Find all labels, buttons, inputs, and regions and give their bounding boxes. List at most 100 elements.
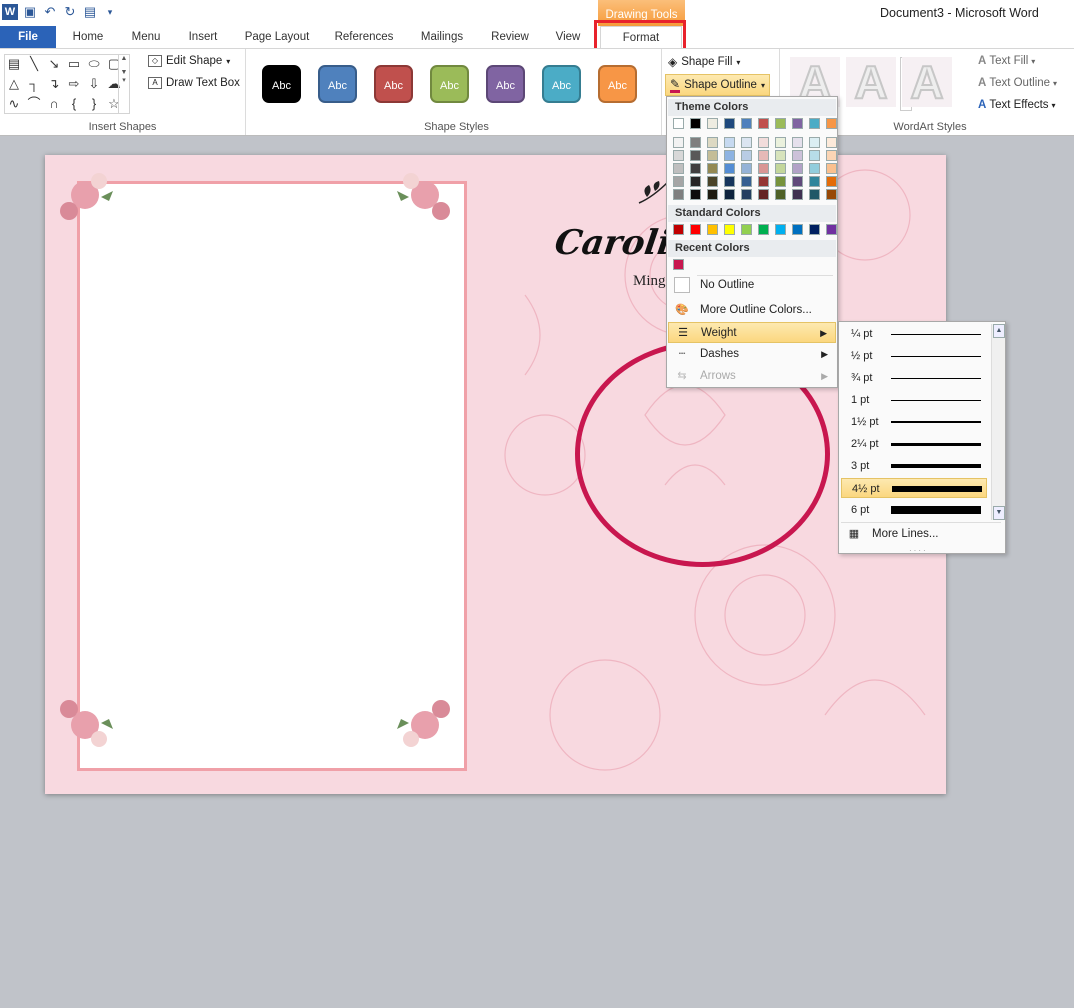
- theme-shade-swatch[interactable]: [673, 137, 684, 148]
- theme-color-swatch[interactable]: [809, 118, 820, 129]
- rectangle-shape-icon[interactable]: ▭: [67, 57, 81, 71]
- weight-option[interactable]: ½ pt: [841, 346, 987, 366]
- theme-shade-swatch[interactable]: [809, 163, 820, 174]
- theme-shade-swatch[interactable]: [673, 189, 684, 200]
- theme-shade-swatch[interactable]: [707, 163, 718, 174]
- shape-style-swatch-7[interactable]: Abc: [598, 65, 637, 103]
- undo-icon[interactable]: ↶: [42, 4, 58, 20]
- arc-shape-icon[interactable]: ⌒: [27, 97, 41, 111]
- theme-shade-swatch[interactable]: [809, 137, 820, 148]
- theme-shade-swatch[interactable]: [775, 189, 786, 200]
- theme-shade-swatch[interactable]: [707, 150, 718, 161]
- text-box-shape-icon[interactable]: ▤: [7, 57, 21, 71]
- theme-color-swatch[interactable]: [707, 118, 718, 129]
- text-fill-button[interactable]: A Text Fill ▾: [978, 55, 1035, 67]
- weight-option[interactable]: ¾ pt: [841, 368, 987, 388]
- theme-shade-swatch[interactable]: [809, 176, 820, 187]
- tab-references[interactable]: References: [326, 26, 402, 48]
- shape-style-swatch-1[interactable]: Abc: [262, 65, 301, 103]
- tab-mailings[interactable]: Mailings: [410, 26, 474, 48]
- theme-shade-swatch[interactable]: [673, 163, 684, 174]
- theme-shade-swatch[interactable]: [690, 163, 701, 174]
- theme-shade-swatch[interactable]: [690, 137, 701, 148]
- resize-grip-icon[interactable]: ····: [909, 546, 928, 555]
- theme-shade-swatch[interactable]: [758, 176, 769, 187]
- shape-style-swatch-2[interactable]: Abc: [318, 65, 357, 103]
- theme-color-swatch[interactable]: [690, 118, 701, 129]
- theme-shade-swatch[interactable]: [741, 137, 752, 148]
- standard-color-swatch[interactable]: [724, 224, 735, 235]
- theme-shade-swatch[interactable]: [792, 150, 803, 161]
- triangle-shape-icon[interactable]: △: [7, 77, 21, 91]
- theme-shade-swatch[interactable]: [775, 137, 786, 148]
- elbow-arrow-shape-icon[interactable]: ↴: [47, 77, 61, 91]
- theme-color-swatch[interactable]: [724, 118, 735, 129]
- draw-text-box-button[interactable]: A Draw Text Box: [148, 77, 240, 89]
- theme-shade-swatch[interactable]: [775, 150, 786, 161]
- more-outline-colors-item[interactable]: 🎨 More Outline Colors...: [668, 300, 836, 321]
- text-effects-button[interactable]: A Text Effects ▾: [978, 99, 1056, 111]
- arrow-line-shape-icon[interactable]: ↘: [47, 57, 61, 71]
- theme-shade-swatch[interactable]: [792, 163, 803, 174]
- theme-shade-swatch[interactable]: [758, 150, 769, 161]
- theme-shade-swatch[interactable]: [724, 189, 735, 200]
- weight-option[interactable]: 3 pt: [841, 456, 987, 476]
- tab-file[interactable]: File: [0, 26, 56, 48]
- no-outline-item[interactable]: No Outline: [668, 275, 836, 296]
- scroll-down-icon[interactable]: ▼: [993, 506, 1005, 520]
- theme-shade-swatch[interactable]: [775, 176, 786, 187]
- scroll-up-icon[interactable]: ▲: [993, 324, 1005, 338]
- weight-scrollbar[interactable]: ▲ ▼: [991, 324, 1005, 520]
- arrows-item[interactable]: ⇆ Arrows ▶: [668, 366, 836, 387]
- theme-color-swatch[interactable]: [741, 118, 752, 129]
- theme-shade-swatch[interactable]: [826, 163, 837, 174]
- theme-shade-swatch[interactable]: [707, 189, 718, 200]
- theme-shade-swatch[interactable]: [724, 176, 735, 187]
- theme-shade-swatch[interactable]: [741, 163, 752, 174]
- theme-shade-swatch[interactable]: [792, 137, 803, 148]
- theme-shade-swatch[interactable]: [792, 176, 803, 187]
- theme-shade-swatch[interactable]: [673, 176, 684, 187]
- theme-shade-swatch[interactable]: [826, 150, 837, 161]
- theme-shade-swatch[interactable]: [758, 163, 769, 174]
- left-brace-shape-icon[interactable]: {: [67, 97, 81, 111]
- customize-qat-icon[interactable]: ▾: [102, 4, 118, 20]
- save-icon[interactable]: ▣: [22, 4, 38, 20]
- shapes-gallery-scroll[interactable]: ▲ ▼ ▾: [118, 55, 129, 113]
- standard-color-swatch[interactable]: [690, 224, 701, 235]
- standard-color-swatch[interactable]: [809, 224, 820, 235]
- weight-option[interactable]: 6 pt: [841, 500, 987, 520]
- print-preview-icon[interactable]: ▤: [82, 4, 98, 20]
- curve-shape-icon[interactable]: ∩: [47, 97, 61, 111]
- theme-shade-swatch[interactable]: [690, 189, 701, 200]
- tab-insert[interactable]: Insert: [176, 26, 230, 48]
- theme-shade-swatch[interactable]: [707, 176, 718, 187]
- theme-shade-swatch[interactable]: [690, 150, 701, 161]
- weight-option[interactable]: ¼ pt: [841, 324, 987, 344]
- theme-shade-swatch[interactable]: [826, 176, 837, 187]
- theme-shade-swatch[interactable]: [690, 176, 701, 187]
- tab-view[interactable]: View: [544, 26, 592, 48]
- theme-shade-swatch[interactable]: [724, 163, 735, 174]
- theme-color-swatch[interactable]: [775, 118, 786, 129]
- weight-option[interactable]: 1½ pt: [841, 412, 987, 432]
- down-arrow-shape-icon[interactable]: ⇩: [87, 77, 101, 91]
- standard-color-swatch[interactable]: [775, 224, 786, 235]
- weight-option[interactable]: 2¼ pt: [841, 434, 987, 454]
- theme-shade-swatch[interactable]: [741, 189, 752, 200]
- theme-shade-swatch[interactable]: [826, 189, 837, 200]
- theme-shade-swatch[interactable]: [758, 189, 769, 200]
- tab-home[interactable]: Home: [62, 26, 114, 48]
- weight-option[interactable]: 4½ pt: [841, 478, 987, 498]
- theme-shade-swatch[interactable]: [809, 189, 820, 200]
- photo-frame[interactable]: [77, 181, 467, 771]
- wordart-style-3[interactable]: A: [902, 56, 952, 108]
- elbow-connector-shape-icon[interactable]: ┐: [27, 77, 41, 91]
- shape-style-swatch-4[interactable]: Abc: [430, 65, 469, 103]
- right-brace-shape-icon[interactable]: }: [87, 97, 101, 111]
- shape-fill-button[interactable]: ◈ Shape Fill ▾: [668, 55, 740, 69]
- theme-shade-swatch[interactable]: [741, 150, 752, 161]
- text-outline-button[interactable]: A Text Outline ▾: [978, 77, 1057, 89]
- theme-shade-swatch[interactable]: [707, 137, 718, 148]
- shape-outline-button[interactable]: ✎ Shape Outline ▾: [665, 74, 770, 96]
